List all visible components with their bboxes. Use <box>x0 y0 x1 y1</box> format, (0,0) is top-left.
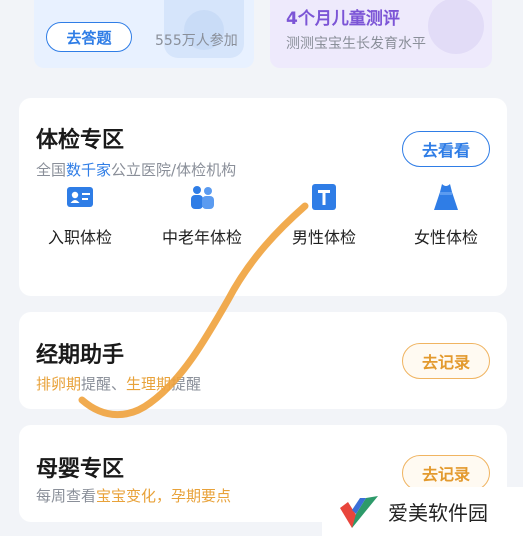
elderly-couple-icon <box>191 186 214 209</box>
view-exams-button[interactable]: 去看看 <box>402 131 490 167</box>
exam-item-label: 入职体检 <box>47 228 112 247</box>
reminder-text: 提醒、 <box>81 375 127 393</box>
physical-exam-subtitle: 全国数千家公立医院/体检机构 <box>36 159 236 180</box>
watermark-text: 爱美软件园 <box>388 501 488 525</box>
exam-item-female[interactable]: 女性体检 <box>386 178 506 258</box>
maternal-title: 母婴专区 <box>36 457 125 482</box>
subtitle-suffix: 公立医院/体检机构 <box>111 161 237 179</box>
physical-exam-card: 体检专区 全国数千家公立医院/体检机构 去看看 入职体检 中老年体检 男性体检 … <box>19 98 507 296</box>
period-assistant-subtitle: 排卵期提醒、生理期提醒 <box>36 373 201 394</box>
period-assistant-title: 经期助手 <box>36 343 125 368</box>
exam-item-label: 女性体检 <box>413 228 478 247</box>
maternal-sub-prefix: 每周查看 <box>36 487 97 505</box>
maternal-subtitle: 每周查看宝宝变化，孕期要点 <box>36 485 231 506</box>
exam-category-row: 入职体检 中老年体检 男性体检 女性体检 <box>19 178 507 258</box>
evaluation-subtitle: 测测宝宝生长发育水平 <box>286 36 426 52</box>
exam-item-employment[interactable]: 入职体检 <box>20 178 140 258</box>
ovulation-highlight: 排卵期 <box>36 375 82 393</box>
male-icon <box>312 184 336 210</box>
period-record-button[interactable]: 去记录 <box>402 343 490 379</box>
quiz-button[interactable]: 去答题 <box>46 22 132 52</box>
watermark-logo-icon <box>340 495 378 528</box>
menstrual-highlight: 生理期 <box>126 375 172 393</box>
maternal-sub-highlight: 宝宝变化，孕期要点 <box>96 487 232 505</box>
participants-count: 555万人参加 <box>155 33 238 49</box>
subtitle-prefix: 全国 <box>36 161 67 179</box>
subtitle-highlight: 数千家 <box>66 161 112 179</box>
maternal-record-button[interactable]: 去记录 <box>402 455 490 491</box>
dress-icon <box>434 184 458 210</box>
evaluation-title: 4个月儿童测评 <box>286 9 400 29</box>
health-services-page: 去答题 555万人参加 4个月儿童测评 测测宝宝生长发育水平 体检专区 全国数千… <box>0 0 523 536</box>
period-assistant-card: 经期助手 排卵期提醒、生理期提醒 去记录 <box>19 312 507 409</box>
exam-item-male[interactable]: 男性体检 <box>264 178 384 258</box>
exam-item-label: 中老年体检 <box>161 228 242 247</box>
exam-item-elderly[interactable]: 中老年体检 <box>142 178 262 258</box>
evaluation-card-decoration <box>428 0 484 54</box>
physical-exam-title: 体检专区 <box>36 128 125 153</box>
reminder-text: 提醒 <box>171 375 202 393</box>
exam-item-label: 男性体检 <box>291 228 356 247</box>
watermark: 爱美软件园 <box>322 487 523 536</box>
id-card-icon <box>67 187 93 207</box>
